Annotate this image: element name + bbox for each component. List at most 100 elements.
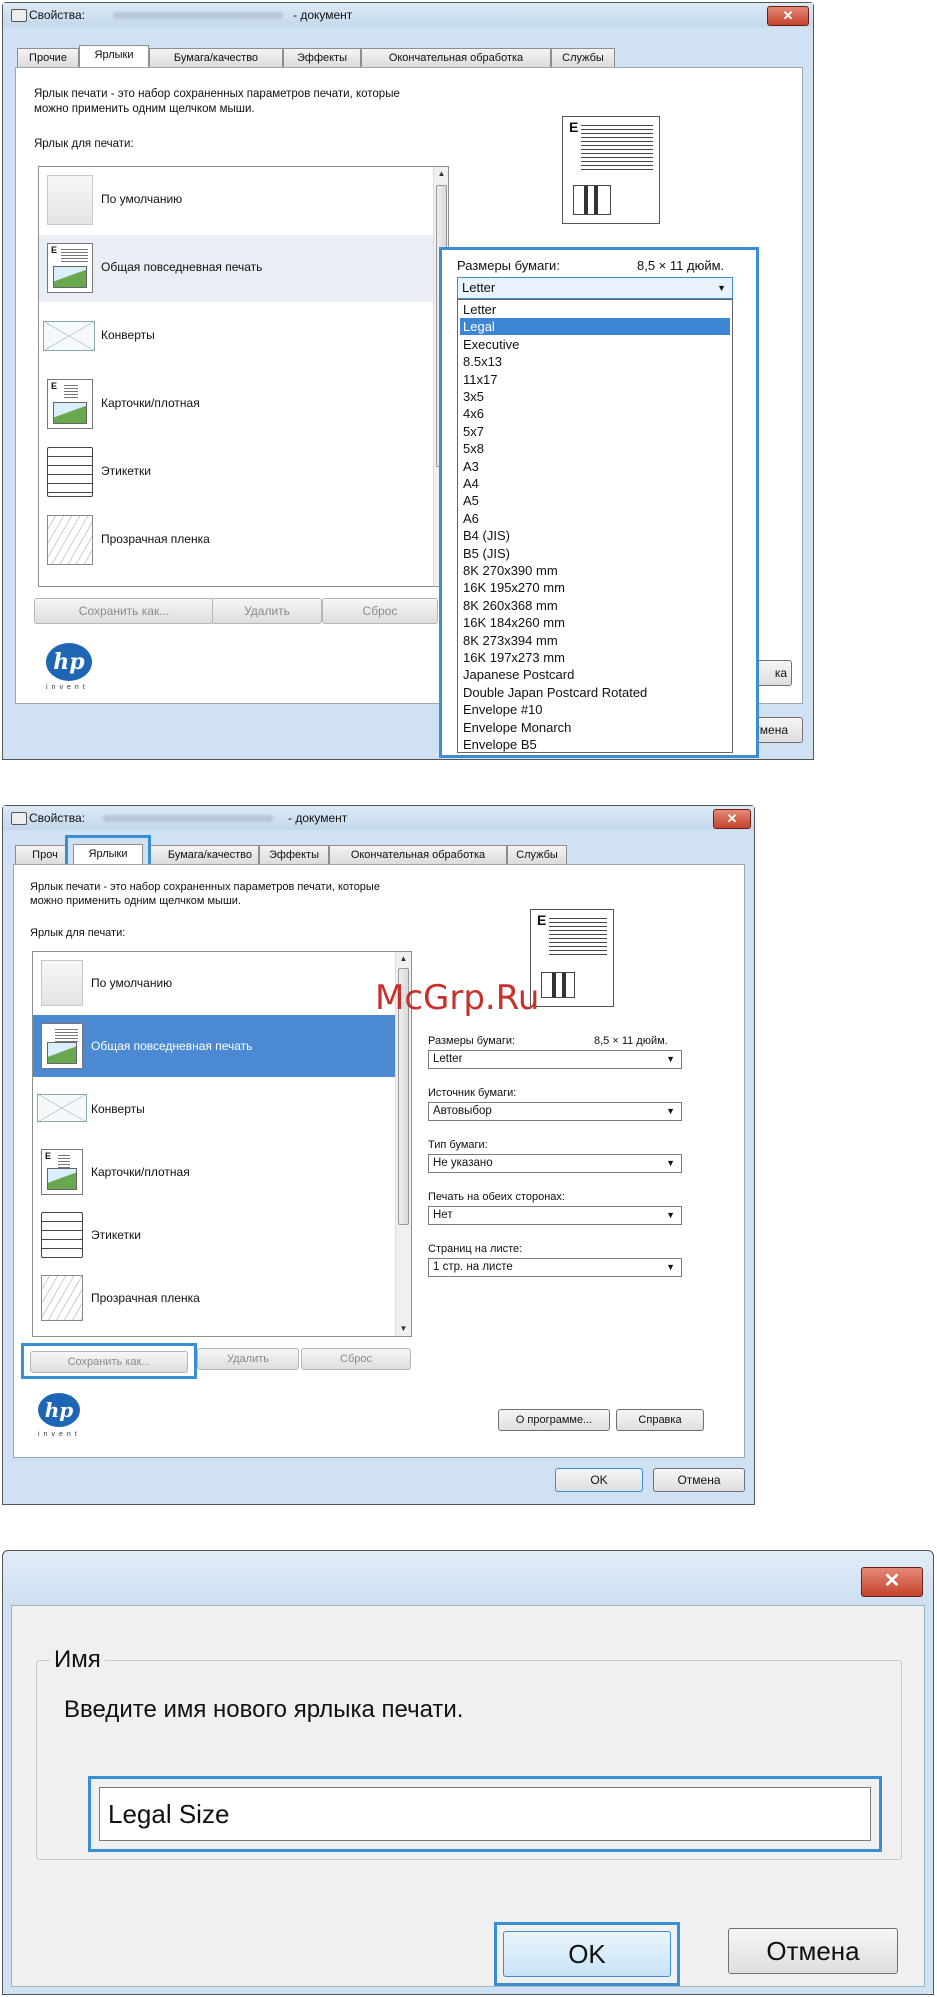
about-button[interactable]: О программе... <box>498 1409 610 1431</box>
paper-size-option[interactable]: 8K 270x390 mm <box>460 562 730 579</box>
paper-size-option[interactable]: 5x8 <box>460 440 730 457</box>
tab-shortcuts[interactable]: Ярлыки <box>79 45 149 67</box>
close-button[interactable]: ✕ <box>861 1567 923 1597</box>
list-item-cardstock[interactable]: E Карточки/плотная <box>39 371 433 438</box>
paper-size-option[interactable]: B4 (JIS) <box>460 527 730 544</box>
paper-size-option[interactable]: 8K 273x394 mm <box>460 632 730 649</box>
pages-per-sheet-select[interactable]: 1 стр. на листе ▼ <box>428 1258 682 1277</box>
shortcut-label: Ярлык для печати: <box>34 138 134 150</box>
scroll-up-icon[interactable]: ▲ <box>434 167 448 181</box>
paper-size-label: Размеры бумаги: <box>457 258 560 273</box>
tab-finishing[interactable]: Окончательная обработка <box>329 845 507 864</box>
close-button[interactable]: ✕ <box>767 6 809 26</box>
paper-size-option[interactable]: 16K 184x260 mm <box>460 614 730 631</box>
paper-size-option[interactable]: Envelope B5 <box>460 736 730 753</box>
highlight-paper-size: Размеры бумаги: 8,5 × 11 дюйм. Letter ▼ … <box>439 247 759 758</box>
delete-button[interactable]: Удалить <box>197 1348 299 1370</box>
paper-size-selected: Letter <box>462 280 496 295</box>
ok-button[interactable]: OK <box>503 1931 671 1977</box>
paper-size-option[interactable]: Letter <box>460 301 730 318</box>
tab-effects[interactable]: Эффекты <box>259 845 329 864</box>
paper-size-options: Letter Legal Executive 8.5x13 11x17 3x5 4x6 5x7… <box>457 299 733 753</box>
name-input[interactable]: Legal Size <box>99 1787 871 1841</box>
list-item-everyday[interactable]: E Общая повседневная печать <box>39 235 433 302</box>
tab-paper-quality[interactable]: Бумага/качество <box>149 48 283 67</box>
cancel-button[interactable]: Отмена <box>653 1468 745 1492</box>
paper-size-select[interactable]: Letter ▼ <box>428 1050 682 1069</box>
paper-size-option[interactable]: Envelope #10 <box>460 701 730 718</box>
window-title-suffix: - документ <box>288 811 348 825</box>
list-item-label: Конверты <box>101 328 155 342</box>
list-item-default[interactable]: По умолчанию <box>33 952 397 1014</box>
paper-size-option[interactable]: A5 <box>460 492 730 509</box>
paper-size-option[interactable]: 16K 195x270 mm <box>460 579 730 596</box>
description-line-2: можно применить одним щелчком мыши. <box>34 103 255 115</box>
paper-type-label: Тип бумаги: <box>428 1139 488 1151</box>
envelope-icon <box>37 1094 87 1122</box>
list-item-default[interactable]: По умолчанию <box>39 167 433 234</box>
ok-button[interactable]: OK <box>555 1468 643 1492</box>
list-item-transparency[interactable]: Прозрачная пленка <box>33 1267 397 1329</box>
paper-size-option[interactable]: 4x6 <box>460 405 730 422</box>
hp-logo: hp <box>46 643 92 681</box>
list-item-label: По умолчанию <box>91 976 173 990</box>
scroll-up-icon[interactable]: ▲ <box>396 952 411 966</box>
chevron-down-icon: ▼ <box>717 283 726 293</box>
list-item-transparency[interactable]: Прозрачная пленка <box>39 507 433 574</box>
paper-size-option[interactable]: Executive <box>460 336 730 353</box>
paper-size-option[interactable]: 8.5x13 <box>460 353 730 370</box>
scroll-down-icon[interactable]: ▼ <box>396 1322 411 1336</box>
tab-finishing[interactable]: Окончательная обработка <box>361 48 551 67</box>
paper-size-option[interactable]: A4 <box>460 475 730 492</box>
help-button[interactable]: Справка <box>616 1409 704 1431</box>
paper-type-select[interactable]: Не указано ▼ <box>428 1154 682 1173</box>
tab-other[interactable]: Прочие <box>17 48 79 67</box>
list-item-labels[interactable]: Этикетки <box>33 1204 397 1266</box>
paper-size-option[interactable]: 16K 197x273 mm <box>460 649 730 666</box>
list-item-label: Прозрачная пленка <box>101 532 210 546</box>
chevron-down-icon: ▼ <box>666 1054 675 1064</box>
tab-paper-quality[interactable]: Бумага/качество <box>141 845 259 864</box>
name-group-label: Имя <box>50 1646 105 1674</box>
paper-size-option[interactable]: Double Japan Postcard Rotated <box>460 684 730 701</box>
list-item-labels[interactable]: Этикетки <box>39 439 433 506</box>
paper-size-option[interactable]: Envelope Monarch <box>460 719 730 736</box>
paper-size-option[interactable]: 3x5 <box>460 388 730 405</box>
list-item-label: Карточки/плотная <box>91 1165 190 1179</box>
window-title-prefix: Свойства: <box>29 811 86 825</box>
description-line-2: можно применить одним щелчком мыши. <box>30 895 241 907</box>
tab-services[interactable]: Службы <box>507 845 567 864</box>
tab-services[interactable]: Службы <box>551 48 615 67</box>
paper-size-option[interactable]: 8K 260x368 mm <box>460 597 730 614</box>
list-item-label: Этикетки <box>101 464 151 478</box>
list-item-envelopes[interactable]: Конверты <box>39 303 433 370</box>
shortcut-list: По умолчанию E Общая повседневная печать… <box>38 166 449 587</box>
duplex-value: Нет <box>433 1209 453 1221</box>
paper-size-option[interactable]: Japanese Postcard <box>460 666 730 683</box>
chevron-down-icon: ▼ <box>666 1106 675 1116</box>
transparency-icon <box>47 515 93 565</box>
tab-shortcuts[interactable]: Ярлыки <box>73 844 143 866</box>
tab-effects[interactable]: Эффекты <box>283 48 361 67</box>
paper-size-select[interactable]: Letter ▼ <box>457 277 733 299</box>
duplex-select[interactable]: Нет ▼ <box>428 1206 682 1225</box>
paper-size-option[interactable]: Legal <box>460 318 730 336</box>
list-item-cardstock[interactable]: E Карточки/плотная <box>33 1141 397 1203</box>
reset-button[interactable]: Сброс <box>301 1348 411 1370</box>
paper-size-option[interactable]: A6 <box>460 510 730 527</box>
delete-button[interactable]: Удалить <box>212 598 322 624</box>
reset-button[interactable]: Сброс <box>322 598 438 624</box>
cancel-button[interactable]: Отмена <box>728 1928 898 1974</box>
close-button[interactable]: ✕ <box>713 809 751 829</box>
paper-size-option[interactable]: B5 (JIS) <box>460 545 730 562</box>
paper-size-option[interactable]: 11x17 <box>460 371 730 388</box>
paper-size-value: Letter <box>433 1053 463 1065</box>
paper-source-select[interactable]: Автовыбор ▼ <box>428 1102 682 1121</box>
save-as-button[interactable]: Сохранить как... <box>34 598 214 624</box>
paper-size-option[interactable]: 5x7 <box>460 423 730 440</box>
list-item-everyday[interactable]: E Общая повседневная печать <box>33 1015 397 1077</box>
chevron-down-icon: ▼ <box>666 1210 675 1220</box>
list-item-envelopes[interactable]: Конверты <box>33 1078 397 1140</box>
save-as-button[interactable]: Сохранить как... <box>30 1351 188 1373</box>
paper-size-option[interactable]: A3 <box>460 458 730 475</box>
